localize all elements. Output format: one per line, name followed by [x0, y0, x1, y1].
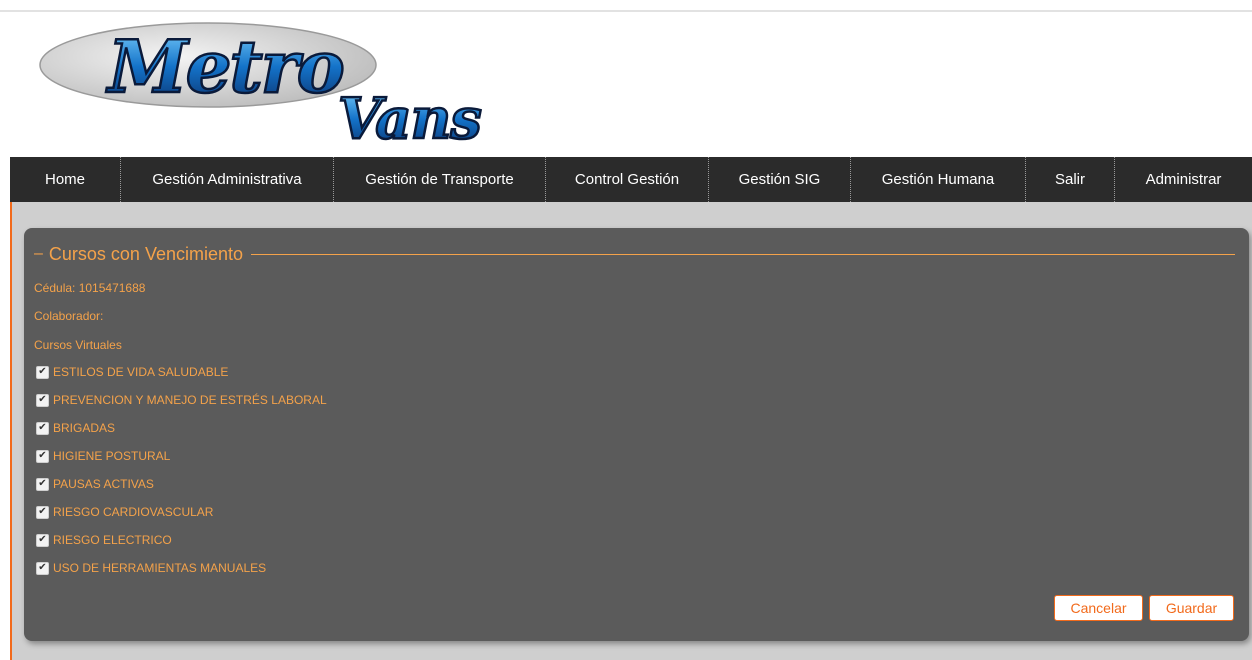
- checkbox-checked[interactable]: ✔: [36, 477, 49, 491]
- checkbox-checked[interactable]: ✔: [36, 449, 49, 463]
- nav-gestion-administrativa[interactable]: Gestión Administrativa: [121, 157, 334, 202]
- checkbox-checked[interactable]: ✔: [36, 421, 49, 435]
- checkbox-checked[interactable]: ✔: [36, 505, 49, 519]
- course-row[interactable]: ✔ PREVENCION Y MANEJO DE ESTRÉS LABORAL: [36, 392, 327, 408]
- top-divider: [0, 10, 1252, 12]
- course-row[interactable]: ✔ RIESGO ELECTRICO: [36, 532, 172, 548]
- nav-salir[interactable]: Salir: [1026, 157, 1115, 202]
- nav-home[interactable]: Home: [10, 157, 121, 202]
- nav-gestion-humana[interactable]: Gestión Humana: [851, 157, 1026, 202]
- nav-gestion-sig[interactable]: Gestión SIG: [709, 157, 851, 202]
- course-row[interactable]: ✔ RIESGO CARDIOVASCULAR: [36, 504, 213, 520]
- checkbox-checked[interactable]: ✔: [36, 561, 49, 575]
- course-label: USO DE HERRAMIENTAS MANUALES: [53, 561, 267, 575]
- main-navbar: Home Gestión Administrativa Gestión de T…: [10, 157, 1252, 202]
- section-label-cursos-virtuales: Cursos Virtuales: [34, 338, 122, 352]
- cedula-label: Cédula: 1015471688: [34, 281, 146, 295]
- nav-gestion-transporte[interactable]: Gestión de Transporte: [334, 157, 546, 202]
- course-label: PAUSAS ACTIVAS: [53, 477, 154, 491]
- colaborador-label: Colaborador:: [34, 309, 104, 323]
- legend-collapse-dash[interactable]: –: [34, 245, 43, 263]
- panel-title: Cursos con Vencimiento: [48, 243, 244, 264]
- course-label: RIESGO ELECTRICO: [53, 533, 172, 547]
- course-label: RIESGO CARDIOVASCULAR: [53, 505, 214, 519]
- courses-panel: – Cursos con Vencimiento Cédula: 1015471…: [24, 228, 1249, 641]
- course-row[interactable]: ✔ PAUSAS ACTIVAS: [36, 476, 154, 492]
- logo-text-metro: Metro: [105, 24, 343, 109]
- save-button[interactable]: Guardar: [1149, 595, 1234, 621]
- metro-vans-logo: Metro Vans: [39, 22, 484, 150]
- checkbox-checked[interactable]: ✔: [36, 393, 49, 407]
- checkbox-checked[interactable]: ✔: [36, 365, 49, 379]
- course-row[interactable]: ✔ ESTILOS DE VIDA SALUDABLE: [36, 364, 228, 380]
- logo-text-vans: Vans: [338, 86, 481, 150]
- course-label: PREVENCION Y MANEJO DE ESTRÉS LABORAL: [53, 393, 327, 407]
- legend-divider: [251, 253, 1235, 255]
- course-label: HIGIENE POSTURAL: [53, 449, 171, 463]
- nav-control-gestion[interactable]: Control Gestión: [546, 157, 709, 202]
- course-row[interactable]: ✔ USO DE HERRAMIENTAS MANUALES: [36, 560, 266, 576]
- cancel-button[interactable]: Cancelar: [1054, 595, 1143, 621]
- course-row[interactable]: ✔ HIGIENE POSTURAL: [36, 448, 170, 464]
- nav-administrar[interactable]: Administrar: [1115, 157, 1252, 202]
- course-label: BRIGADAS: [53, 421, 116, 435]
- course-row[interactable]: ✔ BRIGADAS: [36, 420, 115, 436]
- checkbox-checked[interactable]: ✔: [36, 533, 49, 547]
- panel-legend: – Cursos con Vencimiento: [34, 242, 1235, 266]
- course-label: ESTILOS DE VIDA SALUDABLE: [53, 365, 229, 379]
